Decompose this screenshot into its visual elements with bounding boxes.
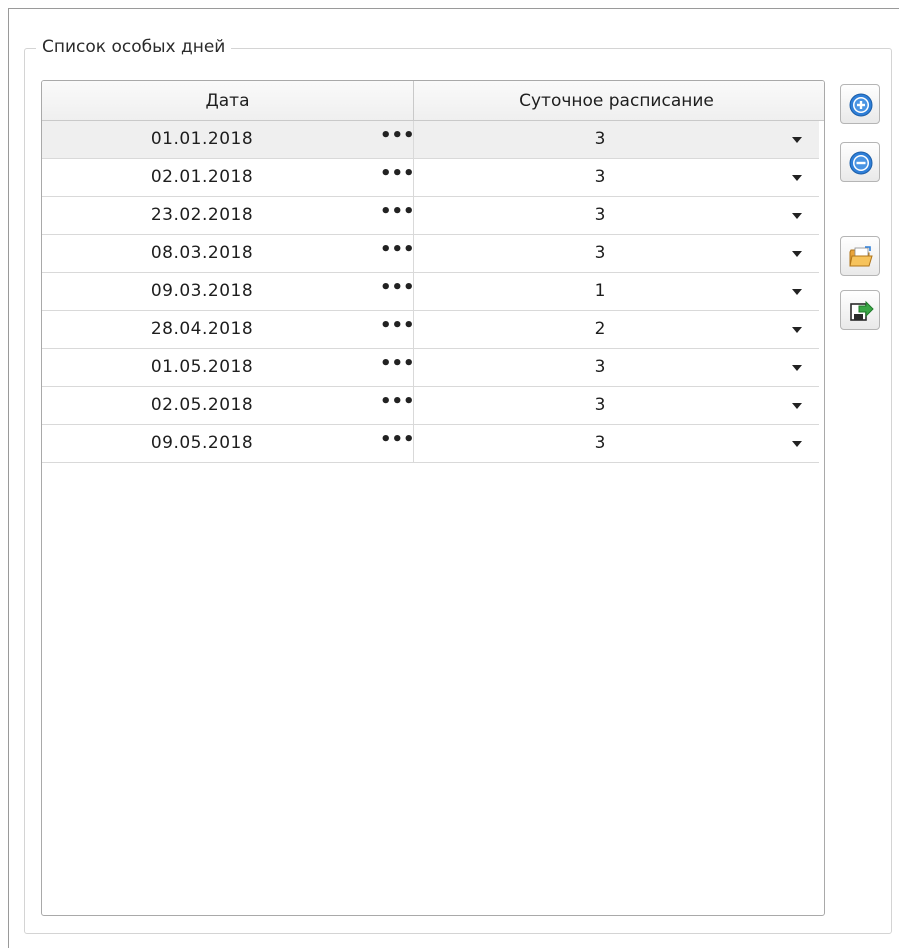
date-value: 01.01.2018	[150, 129, 254, 149]
schedule-value: 3	[594, 433, 606, 453]
special-days-panel: Список особых дней Дата Суточное расписа…	[0, 0, 899, 948]
open-file-button[interactable]	[840, 236, 880, 276]
date-value: 28.04.2018	[150, 319, 254, 339]
schedule-cell[interactable]: 3	[414, 197, 819, 234]
table-row[interactable]: 02.01.2018 ••• 3	[42, 159, 819, 197]
chevron-down-icon[interactable]	[792, 213, 802, 219]
schedule-value: 3	[594, 129, 606, 149]
date-cell[interactable]: 23.02.2018 •••	[42, 197, 415, 234]
group-box-title: Список особых дней	[36, 37, 232, 57]
add-circle-icon	[849, 93, 873, 117]
date-picker-ellipsis-button[interactable]: •••	[380, 279, 415, 301]
date-picker-ellipsis-button[interactable]: •••	[380, 431, 415, 453]
special-days-grid[interactable]: Дата Суточное расписание 01.01.2018 ••• 3 0…	[41, 80, 825, 916]
schedule-cell[interactable]: 3	[414, 121, 819, 158]
date-cell[interactable]: 08.03.2018 •••	[42, 235, 415, 272]
add-row-button[interactable]	[840, 84, 880, 124]
schedule-cell[interactable]: 3	[414, 235, 819, 272]
date-picker-ellipsis-button[interactable]: •••	[380, 393, 415, 415]
date-value: 01.05.2018	[150, 357, 254, 377]
date-cell[interactable]: 02.01.2018 •••	[42, 159, 415, 196]
table-row[interactable]: 23.02.2018 ••• 3	[42, 197, 819, 235]
schedule-cell[interactable]: 3	[414, 159, 819, 196]
remove-row-button[interactable]	[840, 142, 880, 182]
date-picker-ellipsis-button[interactable]: •••	[380, 317, 415, 339]
date-cell[interactable]: 01.05.2018 •••	[42, 349, 415, 386]
schedule-value: 1	[594, 281, 606, 301]
schedule-cell[interactable]: 3	[414, 349, 819, 386]
table-row[interactable]: 09.03.2018 ••• 1	[42, 273, 819, 311]
date-cell[interactable]: 09.03.2018 •••	[42, 273, 415, 310]
chevron-down-icon[interactable]	[792, 441, 802, 447]
chevron-down-icon[interactable]	[792, 327, 802, 333]
table-row[interactable]: 09.05.2018 ••• 3	[42, 425, 819, 463]
table-row[interactable]: 02.05.2018 ••• 3	[42, 387, 819, 425]
date-cell[interactable]: 09.05.2018 •••	[42, 425, 415, 462]
window-border-left	[8, 8, 9, 948]
chevron-down-icon[interactable]	[792, 289, 802, 295]
chevron-down-icon[interactable]	[792, 137, 802, 143]
export-icon	[850, 300, 874, 321]
date-picker-ellipsis-button[interactable]: •••	[380, 165, 415, 187]
schedule-value: 3	[594, 205, 606, 225]
date-value: 23.02.2018	[150, 205, 254, 225]
schedule-cell[interactable]: 1	[414, 273, 819, 310]
date-picker-ellipsis-button[interactable]: •••	[380, 127, 415, 149]
date-cell[interactable]: 01.01.2018 •••	[42, 121, 415, 158]
date-picker-ellipsis-button[interactable]: •••	[380, 241, 415, 263]
table-row[interactable]: 08.03.2018 ••• 3	[42, 235, 819, 273]
date-picker-ellipsis-button[interactable]: •••	[380, 355, 415, 377]
grid-header: Дата Суточное расписание	[42, 81, 824, 121]
date-cell[interactable]: 02.05.2018 •••	[42, 387, 415, 424]
chevron-down-icon[interactable]	[792, 365, 802, 371]
table-row[interactable]: 28.04.2018 ••• 2	[42, 311, 819, 349]
schedule-value: 3	[594, 357, 606, 377]
date-value: 02.05.2018	[150, 395, 254, 415]
date-value: 09.03.2018	[150, 281, 254, 301]
schedule-cell[interactable]: 2	[414, 311, 819, 348]
schedule-value: 3	[594, 167, 606, 187]
schedule-value: 3	[594, 243, 606, 263]
table-row[interactable]: 01.05.2018 ••• 3	[42, 349, 819, 387]
column-header-schedule[interactable]: Суточное расписание	[414, 81, 819, 121]
chevron-down-icon[interactable]	[792, 175, 802, 181]
date-cell[interactable]: 28.04.2018 •••	[42, 311, 415, 348]
schedule-value: 2	[594, 319, 606, 339]
schedule-cell[interactable]: 3	[414, 425, 819, 462]
table-row[interactable]: 01.01.2018 ••• 3	[42, 121, 819, 159]
window-border-top	[8, 8, 899, 9]
schedule-cell[interactable]: 3	[414, 387, 819, 424]
open-folder-icon	[849, 246, 873, 267]
date-value: 08.03.2018	[150, 243, 254, 263]
chevron-down-icon[interactable]	[792, 403, 802, 409]
column-header-date[interactable]: Дата	[42, 81, 414, 121]
date-value: 09.05.2018	[150, 433, 254, 453]
export-button[interactable]	[840, 290, 880, 330]
remove-circle-icon	[849, 151, 873, 175]
date-picker-ellipsis-button[interactable]: •••	[380, 203, 415, 225]
chevron-down-icon[interactable]	[792, 251, 802, 257]
date-value: 02.01.2018	[150, 167, 254, 187]
schedule-value: 3	[594, 395, 606, 415]
